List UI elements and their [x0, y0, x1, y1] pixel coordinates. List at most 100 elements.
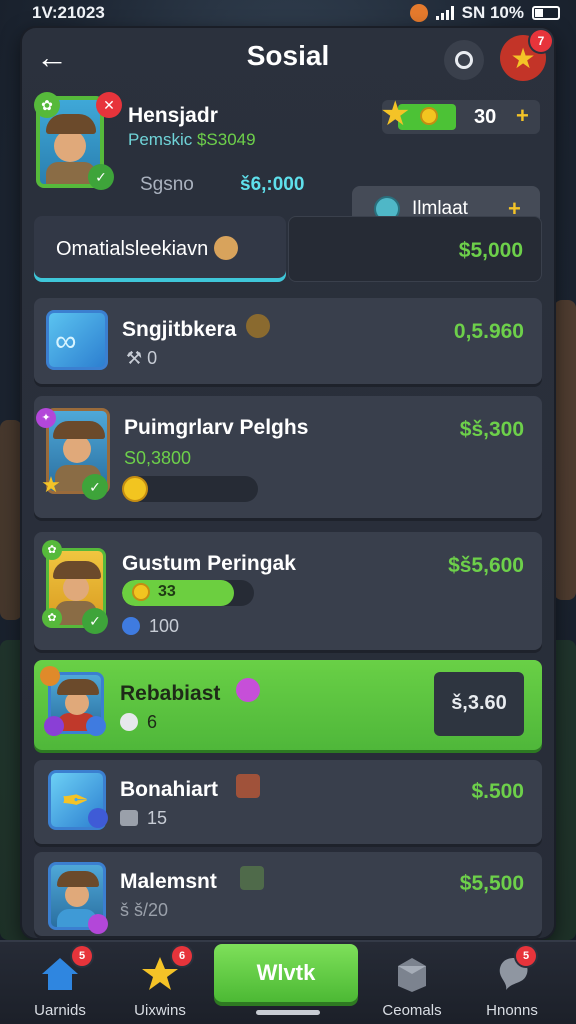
row-tag-icon [240, 866, 264, 890]
nav-badge: 6 [172, 946, 192, 966]
row-value: $5,500 [459, 872, 524, 895]
row-sub-text: 15 [147, 808, 168, 828]
nav-badge: 5 [516, 946, 536, 966]
row-progress-label: 33 [158, 583, 176, 600]
list-item[interactable]: ✿ ✿ ✓ Gustum Peringak $š5,600 33 100 [34, 532, 542, 650]
nav-item-stars[interactable]: 6 Uixwins [112, 946, 208, 1022]
list-item[interactable]: ✒ Bonahiart $.500 15 [34, 760, 542, 844]
tab-active-text: Omatialsleekiavn [56, 238, 209, 260]
check-icon: ✓ [82, 474, 108, 500]
row-name: Bonahiart [120, 778, 219, 801]
row-sub: 100 [122, 616, 179, 637]
tab-total[interactable]: $5,000 [288, 216, 542, 282]
tab-total-value: $5,000 [458, 239, 523, 262]
row-thumbnail: ∞ [46, 310, 108, 370]
tab-active[interactable]: Omatialsleekiavn [34, 216, 286, 282]
background-building-left [0, 420, 22, 620]
center-action-button[interactable]: Wlvtk [214, 944, 358, 1002]
row-sub: ⚒ 0 [126, 348, 157, 369]
box-icon [120, 810, 138, 826]
background-building-right [554, 300, 576, 600]
home-indicator [256, 1010, 320, 1015]
nav-item-chat[interactable]: 5 Hnonns [464, 946, 560, 1022]
close-icon[interactable]: ✕ [96, 92, 122, 118]
list-item[interactable]: ∞ Sngjitbkera 0,5.960 ⚒ 0 [34, 298, 542, 384]
counter-star-icon: ★ [380, 95, 411, 133]
player-subtitle-prefix: Pemskic [128, 130, 193, 149]
thumb-hat [57, 679, 99, 695]
nav-label: Ceomals [382, 1002, 442, 1019]
row-tag-icon [246, 314, 270, 338]
row-sub-text: 6 [147, 712, 158, 732]
row-tag-icon [236, 774, 260, 798]
row-sub: 6 [120, 712, 157, 733]
leaf-icon: ✿ [42, 608, 62, 628]
thumb-hat [57, 871, 99, 887]
row-sub: š š/20 [120, 900, 169, 920]
row-value: š,3.60 [451, 692, 507, 714]
row-sub-money: S0,3800 [124, 448, 192, 468]
row-sub-text: 0 [147, 348, 158, 368]
notification-dot-icon [409, 4, 428, 22]
thumb-hat [53, 421, 105, 439]
player-subtitle: Pemskic $S3049 [128, 130, 256, 150]
coin-badge-icon [40, 666, 60, 686]
coin-icon [420, 107, 438, 125]
wand-icon: ✒ [61, 782, 90, 820]
status-right-text: SN 10% [461, 3, 524, 22]
row-value: $š,300 [459, 418, 524, 441]
status-bar: 1V:21023 SN 10% [0, 0, 576, 26]
row-sub-text: 100 [149, 616, 180, 636]
chest-icon [398, 958, 426, 992]
player-name: Hensjadr [128, 104, 218, 127]
purple-gem-icon [88, 914, 108, 934]
nav-label: Uarnids [34, 1002, 86, 1019]
player-subtitle-money: $S3049 [196, 130, 256, 149]
nav-badge: 5 [72, 946, 92, 966]
notification-badge: 7 [530, 30, 552, 52]
row-progress: 33 [122, 580, 254, 606]
row-name: Puimgrlarv Pelghs [124, 416, 309, 439]
list-item-selected[interactable]: Rebabiast 6 š,3.60 [34, 660, 542, 750]
tab-active-label: Omatialsleekiavn [56, 236, 239, 261]
add-stars-button[interactable]: + [516, 103, 529, 129]
nav-item-home[interactable]: 5 Uarnids [12, 946, 108, 1022]
nav-item-chests[interactable]: Ceomals [364, 946, 460, 1022]
blue-gem-icon [88, 808, 108, 828]
row-value: $.500 [471, 780, 524, 803]
star-counter: ★ 30 + [380, 95, 540, 134]
row-sub: 15 [120, 808, 167, 829]
purple-gem-icon [44, 716, 64, 736]
thumb-hat [53, 561, 101, 579]
check-icon: ✓ [82, 608, 108, 634]
social-panel: ← Sosial ★ 7 ✿ ✕ ✓ Hensjadr Pemskic $S30… [22, 28, 554, 938]
list-item[interactable]: Malemsnt $5,500 š š/20 [34, 852, 542, 936]
leaf-icon: ✿ [34, 92, 60, 118]
search-button[interactable] [444, 40, 484, 80]
player-cash: š6,:000 [240, 174, 305, 195]
nav-label: Uixwins [134, 1002, 186, 1019]
list-item[interactable]: ✦ ★ ✓ Puimgrlarv Pelghs $š,300 S0,3800 [34, 396, 542, 518]
spark-icon: ✦ [36, 408, 56, 428]
row-value: 0,5.960 [453, 320, 524, 343]
counter-value: 30 [474, 106, 497, 128]
star-badge-icon: ★ [41, 472, 61, 497]
link-icon: ∞ [55, 325, 77, 358]
clock-icon [120, 713, 138, 731]
thumb-face [63, 435, 91, 463]
row-tag-icon [236, 678, 260, 702]
row-value-box: š,3.60 [434, 672, 524, 736]
row-name: Sngjitbkera [122, 318, 237, 341]
status-icons: SN 10% [409, 3, 560, 23]
profile-card: ✿ ✕ ✓ Hensjadr Pemskic $S3049 Sgsno š6,:… [22, 90, 554, 232]
row-value: $š5,600 [448, 554, 524, 577]
check-icon: ✓ [88, 164, 114, 190]
battery-icon [532, 6, 560, 20]
signal-icon [435, 6, 454, 20]
bottom-nav: 5 Uarnids 6 Uixwins Wlvtk Ceomals 5 Hnon… [0, 940, 576, 1024]
avatar-hat [46, 114, 96, 134]
coin-icon [132, 583, 150, 601]
row-name: Malemsnt [120, 870, 217, 893]
avatar-face [54, 130, 86, 162]
tab-face-icon [214, 236, 239, 260]
